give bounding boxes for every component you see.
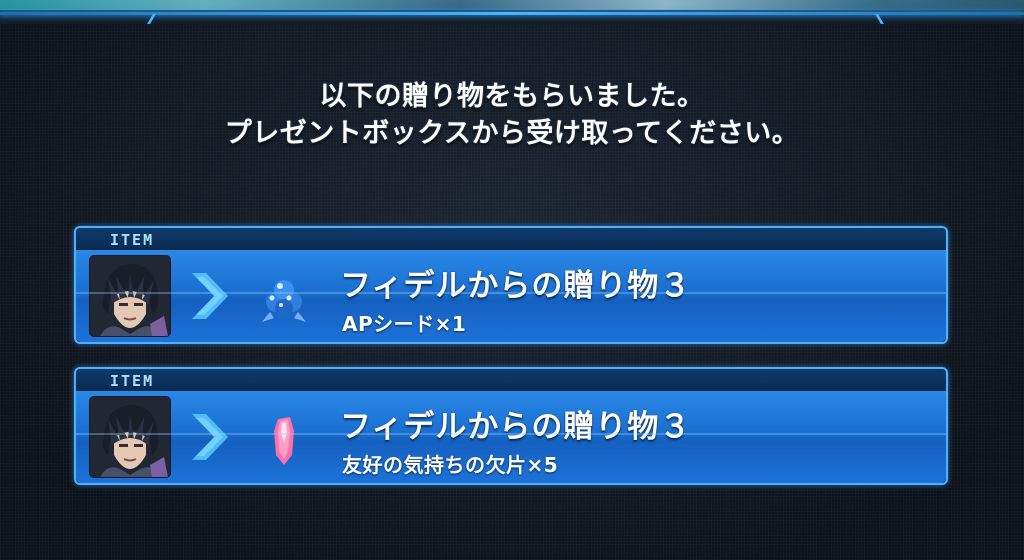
item-title: フィデルからの贈り物３ [340,268,692,304]
message-line-1: 以下の贈り物をもらいました。 [319,81,705,112]
frame-notch-left [147,14,172,24]
card-tag-band: ITEM [76,228,946,249]
sender-avatar [90,397,170,477]
card-body: フィデルからの贈り物３ APシード×1 [76,250,946,342]
message-line-2: プレゼントボックスから受け取ってください。 [224,118,800,149]
ap-seed-icon [262,280,306,322]
background-scene-strip [0,0,1024,10]
sender-avatar [90,256,170,336]
card-body: フィデルからの贈り物３ 友好の気持ちの欠片×5 [76,391,946,483]
friendship-fragment-icon [274,417,294,465]
chevron-right-icon [192,414,228,460]
item-tag-label: ITEM [110,231,155,249]
card-tag-band: ITEM [76,369,946,390]
item-title: フィデルからの贈り物３ [340,409,692,445]
item-reward: 友好の気持ちの欠片×5 [342,453,559,477]
item-tag-label: ITEM [110,372,155,390]
gift-item-card: ITEM フィデルからの贈り物３ 友好の気持ちの欠片×5 [74,367,948,485]
chevron-right-icon [192,273,228,319]
frame-notch-right [859,14,884,24]
top-frame [0,0,1024,24]
gift-received-message: 以下の贈り物をもらいました。 プレゼントボックスから受け取ってください。 [0,78,1024,152]
gift-item-card: ITEM フィデルからの贈り物３ APシード×1 [74,226,948,344]
item-reward: APシード×1 [342,312,467,336]
